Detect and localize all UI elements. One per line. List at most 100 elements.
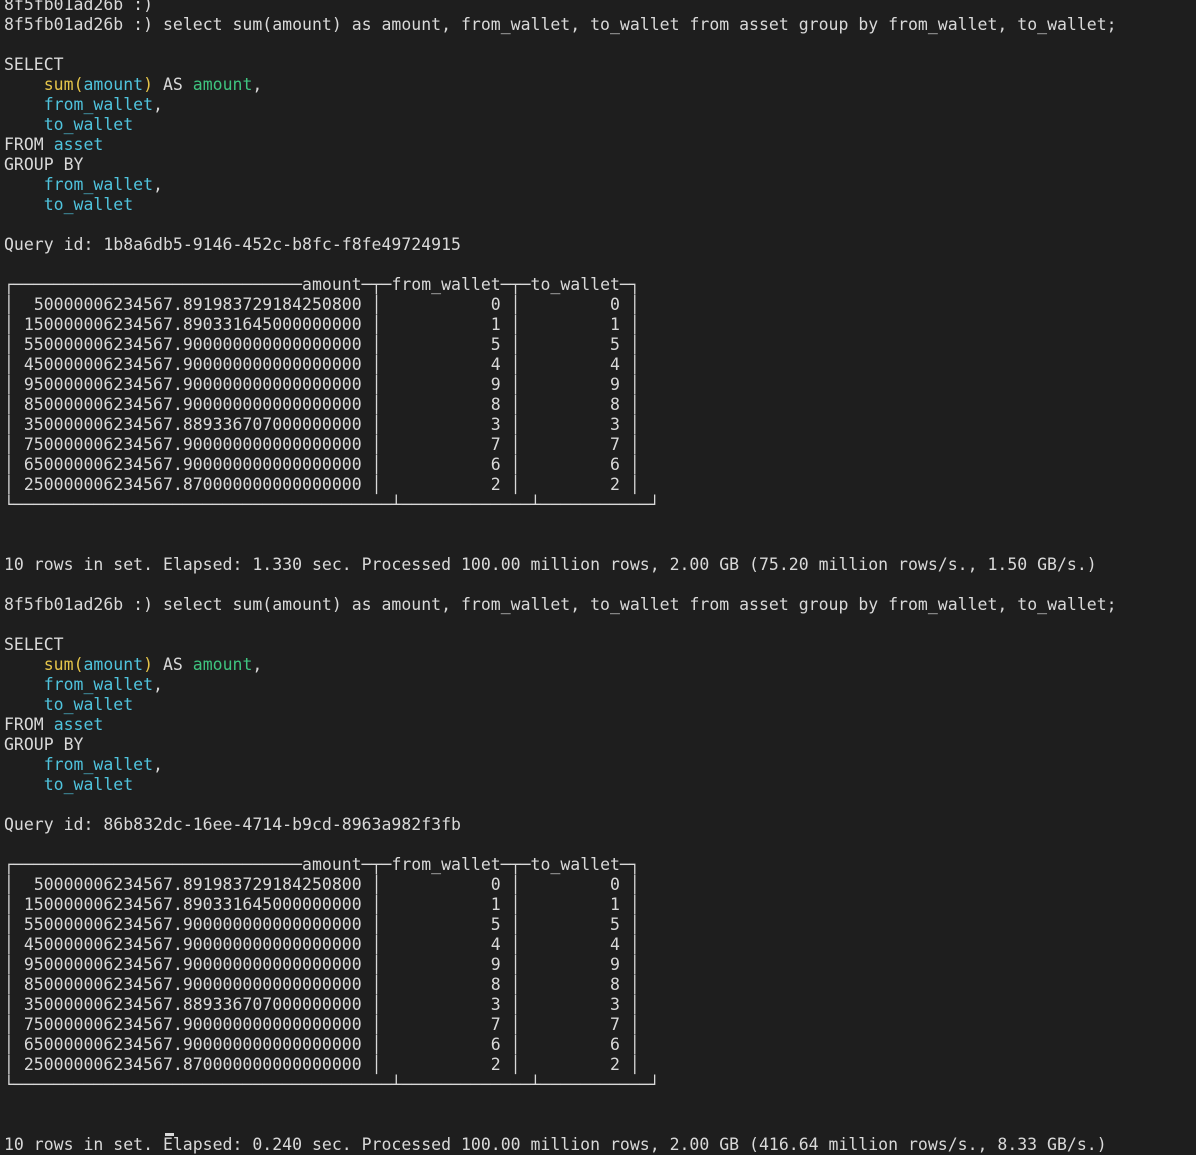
table-row: │ 50000006234567.891983729184250800 │ 0 … xyxy=(4,875,640,894)
sql-from-line: FROM asset xyxy=(4,135,1196,155)
sql-keyword: SELECT xyxy=(4,55,64,74)
cell-from-wallet: 4 xyxy=(490,355,501,374)
table-row: │ 350000006234567.889336707000000000 │ 3… xyxy=(4,415,640,434)
cell-amount: 350000006234567.889336707000000000 xyxy=(23,415,362,434)
cell-amount: 50000006234567.891983729184250800 xyxy=(33,295,362,314)
sql-col-line: to_wallet xyxy=(4,195,1196,215)
terminal-output[interactable]: 8f5fb01ad26b :) 8f5fb01ad26b :) select s… xyxy=(4,0,1196,1155)
table-row: │ 950000006234567.900000000000000000 │ 9… xyxy=(4,375,640,394)
sql-paren: ( xyxy=(73,75,84,94)
summary-line: 10 rows in set. Elapsed: 0.240 sec. Proc… xyxy=(4,1135,1196,1155)
sql-identifier: to_wallet xyxy=(43,195,134,214)
sql-col-line: to_wallet xyxy=(4,695,1196,715)
table-row: │ 550000006234567.900000000000000000 │ 5… xyxy=(4,335,640,354)
cell-amount: 450000006234567.900000000000000000 xyxy=(23,355,362,374)
cell-to-wallet: 2 xyxy=(610,475,620,494)
cell-to-wallet: 4 xyxy=(610,355,620,374)
sql-select-line: SELECT xyxy=(4,635,1196,655)
sql-keyword: GROUP BY xyxy=(4,155,84,174)
cell-to-wallet: 7 xyxy=(610,1015,620,1034)
sql-alias: amount xyxy=(192,75,253,94)
cell-amount: 850000006234567.900000000000000000 xyxy=(23,395,362,414)
sql-sum-line: sum(amount) AS amount, xyxy=(43,655,263,674)
sql-identifier: to_wallet xyxy=(43,695,134,714)
cell-from-wallet: 5 xyxy=(490,915,501,934)
table-row: │ 450000006234567.900000000000000000 │ 4… xyxy=(4,935,640,954)
sql-table: asset xyxy=(53,715,104,734)
cell-to-wallet: 8 xyxy=(610,395,620,414)
cell-amount: 750000006234567.900000000000000000 xyxy=(23,435,362,454)
cell-to-wallet: 6 xyxy=(610,455,620,474)
column-header: from_wallet xyxy=(391,855,501,874)
sql-col-line: from_wallet, xyxy=(43,675,163,694)
cell-to-wallet: 1 xyxy=(610,315,620,334)
table-row: │ 550000006234567.900000000000000000 │ 5… xyxy=(4,915,640,934)
cell-from-wallet: 6 xyxy=(490,1035,501,1054)
table-header: ┌─────────────────────────────amount─┬─f… xyxy=(4,275,640,294)
query-id: 1b8a6db5-9146-452c-b8fc-f8fe49724915 xyxy=(103,235,461,254)
cell-from-wallet: 8 xyxy=(490,975,501,994)
table-row: │ 750000006234567.900000000000000000 │ 7… xyxy=(4,1015,640,1034)
cell-amount: 50000006234567.891983729184250800 xyxy=(33,875,362,894)
cell-amount: 150000006234567.890331645000000000 xyxy=(23,315,362,334)
cell-from-wallet: 9 xyxy=(490,955,501,974)
sql-col-line: to_wallet xyxy=(4,775,1196,795)
cell-from-wallet: 0 xyxy=(490,875,501,894)
cell-from-wallet: 3 xyxy=(490,415,501,434)
table-footer: └──────────────────────────────────────┴… xyxy=(4,1075,660,1094)
sql-keyword: GROUP BY xyxy=(4,735,84,754)
table-row: │ 350000006234567.889336707000000000 │ 3… xyxy=(4,995,640,1014)
table-header: ┌─────────────────────────────amount─┬─f… xyxy=(4,855,640,874)
cell-to-wallet: 7 xyxy=(610,435,620,454)
sql-paren: ( xyxy=(73,655,84,674)
cell-amount: 950000006234567.900000000000000000 xyxy=(23,955,362,974)
query-summary: 10 rows in set. Elapsed: 1.330 sec. Proc… xyxy=(4,555,1097,574)
cell-amount: 250000006234567.870000000000000000 xyxy=(23,475,362,494)
prompt: 8f5fb01ad26b :) xyxy=(4,15,154,34)
cell-from-wallet: 2 xyxy=(490,475,501,494)
sql-paren: ) xyxy=(143,75,154,94)
sql-groupby-line: GROUP BY xyxy=(4,735,1196,755)
table-row: │ 150000006234567.890331645000000000 │ 1… xyxy=(4,315,640,334)
column-header: amount xyxy=(302,275,362,294)
cell-from-wallet: 4 xyxy=(490,935,501,954)
query-id-line: Query id: 86b832dc-16ee-4714-b9cd-8963a9… xyxy=(4,815,1196,835)
query-id: 86b832dc-16ee-4714-b9cd-8963a982f3fb xyxy=(103,815,461,834)
column-header: to_wallet xyxy=(530,275,620,294)
summary-line: 10 rows in set. Elapsed: 1.330 sec. Proc… xyxy=(4,555,1196,575)
column-header: to_wallet xyxy=(530,855,620,874)
sql-keyword: SELECT xyxy=(4,635,64,654)
sql-identifier: from_wallet xyxy=(43,95,154,114)
sql-identifier: from_wallet xyxy=(43,175,154,194)
sql-keyword: FROM xyxy=(4,135,44,154)
query-id-label: Query id: xyxy=(4,235,94,254)
cell-amount: 550000006234567.900000000000000000 xyxy=(23,335,362,354)
sql-alias: amount xyxy=(192,655,253,674)
sql-paren: ) xyxy=(143,655,154,674)
sql-keyword: FROM xyxy=(4,715,44,734)
cell-to-wallet: 5 xyxy=(610,915,620,934)
sql-keyword: AS xyxy=(162,75,183,94)
cell-to-wallet: 4 xyxy=(610,935,620,954)
cell-to-wallet: 3 xyxy=(610,995,620,1014)
cell-from-wallet: 1 xyxy=(490,895,501,914)
cell-amount: 850000006234567.900000000000000000 xyxy=(23,975,362,994)
cell-from-wallet: 8 xyxy=(490,395,501,414)
sql-groupby-line: GROUP BY xyxy=(4,155,1196,175)
cell-amount: 250000006234567.870000000000000000 xyxy=(23,1055,362,1074)
sql-identifier: amount xyxy=(83,75,144,94)
table-row: │ 950000006234567.900000000000000000 │ 9… xyxy=(4,955,640,974)
table-row: │ 850000006234567.900000000000000000 │ 8… xyxy=(4,975,640,994)
sql-col-line: from_wallet, xyxy=(43,755,163,774)
cell-to-wallet: 1 xyxy=(610,895,620,914)
command-line: 8f5fb01ad26b :) select sum(amount) as am… xyxy=(4,15,1196,35)
prompt-line: 8f5fb01ad26b :) xyxy=(4,0,1196,15)
table-row: │ 450000006234567.900000000000000000 │ 4… xyxy=(4,355,640,374)
command-text: select sum(amount) as amount, from_walle… xyxy=(162,595,1117,614)
command-text: select sum(amount) as amount, from_walle… xyxy=(162,15,1117,34)
cell-to-wallet: 9 xyxy=(610,375,620,394)
